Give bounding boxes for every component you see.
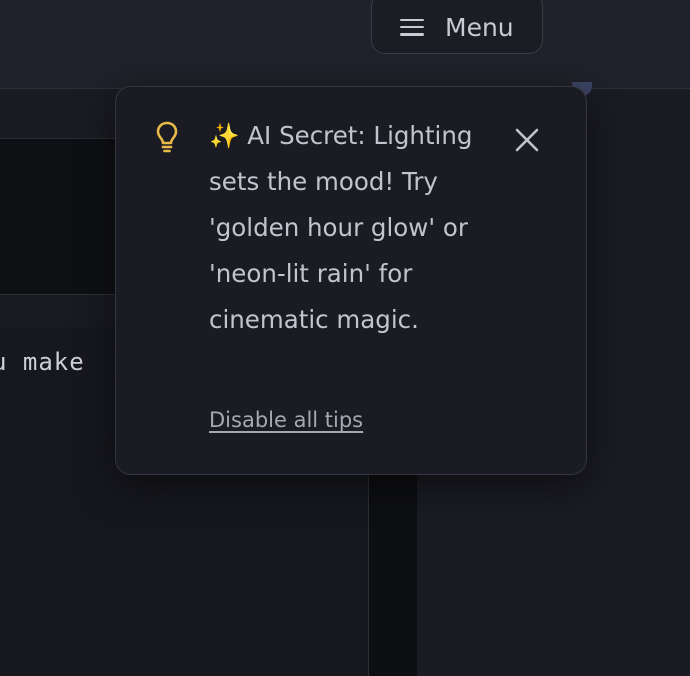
menu-button[interactable]: Menu — [371, 0, 543, 54]
disable-tips-link[interactable]: Disable all tips — [209, 408, 363, 432]
menu-button-label: Menu — [445, 12, 514, 42]
editor-text: u make — [0, 348, 85, 376]
lightbulb-icon — [156, 121, 178, 153]
tip-popover: ✨ AI Secret: Lighting sets the mood! Try… — [115, 86, 587, 475]
hamburger-icon — [400, 18, 424, 36]
top-bar: Menu — [0, 0, 690, 89]
tip-message: ✨ AI Secret: Lighting sets the mood! Try… — [209, 121, 473, 334]
close-icon[interactable] — [512, 125, 542, 155]
app-page: Menu u make ✨ AI Secret: Lighting sets t… — [0, 0, 690, 676]
